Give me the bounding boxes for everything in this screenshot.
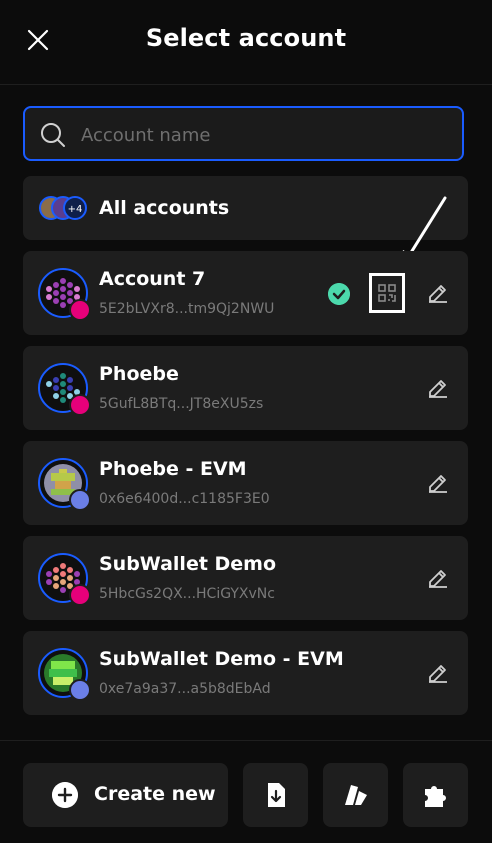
account-item-phoebe[interactable]: Phoebe 5GufL8BTq...JT8eXU5zs [23,346,468,430]
account-name: Phoebe [99,363,179,385]
ethereum-chain-icon [69,489,91,511]
create-new-label: Create new [94,783,216,805]
edit-icon[interactable] [426,376,450,400]
stacked-avatars-icon: +4 [39,196,87,220]
puzzle-icon [425,786,446,807]
account-address: 0xe7a9a37...a5b8dEbAd [99,681,271,697]
extension-button[interactable] [403,763,468,827]
polkadot-chain-icon [69,584,91,606]
account-item-phoebe-evm[interactable]: Phoebe - EVM 0x6e6400d...c1185F3E0 [23,441,468,525]
account-address: 5E2bLVXr8...tm9Qj2NWU [99,301,275,317]
create-new-button[interactable]: Create new [23,763,228,827]
account-name: Account 7 [99,268,206,290]
avatar [38,648,91,701]
more-count-badge: +4 [68,204,83,215]
search-box[interactable] [23,106,464,161]
account-name: Phoebe - EVM [99,458,247,480]
account-name: SubWallet Demo - EVM [99,648,344,670]
page-title: Select account [145,24,347,52]
all-accounts-label: All accounts [99,197,230,219]
edit-icon[interactable] [426,566,450,590]
avatar [38,458,91,511]
qr-code-button[interactable] [369,273,405,313]
polkadot-chain-icon [69,299,91,321]
edit-icon[interactable] [426,661,450,685]
search-icon [41,123,65,147]
edit-icon[interactable] [426,471,450,495]
account-name: SubWallet Demo [99,553,277,575]
qr-code-icon [378,284,396,302]
plus-circle-icon [52,782,78,808]
account-item-subwallet-demo[interactable]: SubWallet Demo 5HbcGs2QX...HCiGYXvNc [23,536,468,620]
sticker-icon [345,785,367,805]
selected-check-icon [328,283,350,305]
avatar [38,553,91,606]
attach-account-button[interactable] [323,763,388,827]
account-item-subwallet-demo-evm[interactable]: SubWallet Demo - EVM 0xe7a9a37...a5b8dEb… [23,631,468,715]
account-address: 5HbcGs2QX...HCiGYXvNc [99,586,275,602]
account-address: 0x6e6400d...c1185F3E0 [99,491,270,507]
import-icon [268,783,285,807]
header: Select account [0,0,492,85]
edit-icon[interactable] [426,281,450,305]
search-input[interactable] [79,118,453,153]
avatar [38,363,91,416]
account-item-account-7[interactable]: Account 7 5E2bLVXr8...tm9Qj2NWU [23,251,468,335]
avatar [38,268,91,321]
footer-divider [0,740,492,741]
account-address: 5GufL8BTq...JT8eXU5zs [99,396,264,412]
ethereum-chain-icon [69,679,91,701]
import-account-button[interactable] [243,763,308,827]
polkadot-chain-icon [69,394,91,416]
